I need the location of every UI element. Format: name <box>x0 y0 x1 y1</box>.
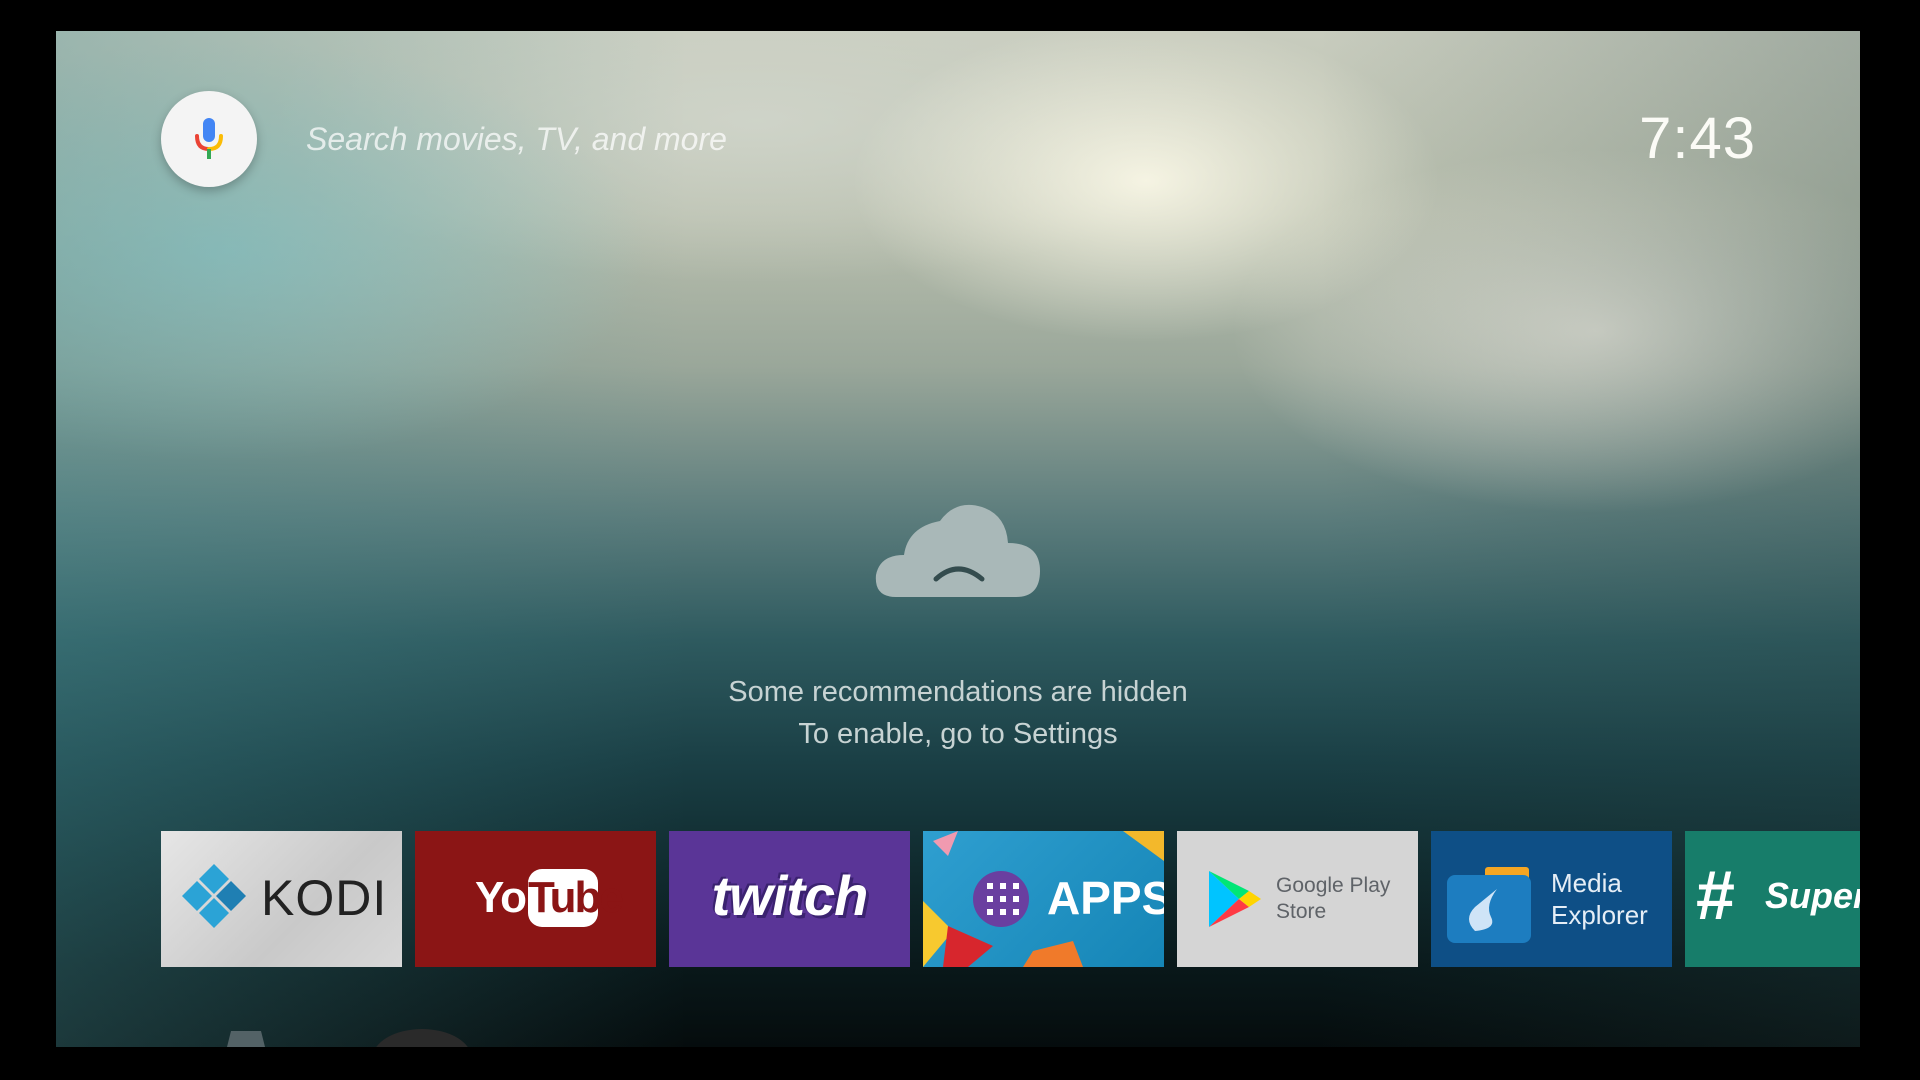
app-tile-kodi[interactable]: KODI <box>161 831 402 967</box>
media-explorer-label: Media Explorer <box>1551 867 1648 931</box>
partial-app-icon[interactable] <box>372 1029 472 1047</box>
settings-row <box>56 1021 1860 1047</box>
apps-label: APPS <box>1047 872 1164 924</box>
folder-icon <box>1447 867 1531 943</box>
kodi-logo-icon <box>182 864 246 928</box>
app-tile-media-explorer[interactable]: Media Explorer <box>1431 831 1672 967</box>
grid-icon <box>987 883 1019 915</box>
tv-home-screen: 7:43 Some recommendations are hidden To … <box>56 31 1860 1047</box>
app-tile-apps[interactable]: APPS <box>923 831 1164 967</box>
super-label: Super <box>1765 875 1860 916</box>
app-tile-google-play-store[interactable]: Google Play Store <box>1177 831 1418 967</box>
play-store-icon <box>1209 871 1261 927</box>
youtube-tube-label: Tube <box>528 873 624 922</box>
recommendations-hidden-text: Some recommendations are hidden <box>728 676 1188 708</box>
media-explorer-line1: Media <box>1551 868 1622 898</box>
app-tile-twitch[interactable]: twitch <box>669 831 910 967</box>
app-tile-youtube[interactable]: You Tube <box>415 831 656 967</box>
google-play-line1: Google Play <box>1276 874 1391 897</box>
media-explorer-line2: Explorer <box>1551 900 1648 930</box>
mic-icon <box>195 118 223 159</box>
kodi-label: KODI <box>261 870 388 926</box>
clock: 7:43 <box>1639 106 1756 171</box>
search-input[interactable] <box>304 113 1008 165</box>
enable-settings-text: To enable, go to Settings <box>798 718 1118 750</box>
voice-search-button[interactable] <box>161 91 257 187</box>
hash-icon: # <box>1695 856 1734 934</box>
twitch-label: twitch <box>711 864 869 927</box>
cloud-sad-icon <box>875 504 1040 597</box>
google-play-line2: Store <box>1276 900 1327 923</box>
settings-gear-icon[interactable] <box>201 1021 291 1047</box>
google-play-label: Google Play Store <box>1276 873 1390 925</box>
app-tile-super[interactable]: # Super <box>1685 831 1860 967</box>
